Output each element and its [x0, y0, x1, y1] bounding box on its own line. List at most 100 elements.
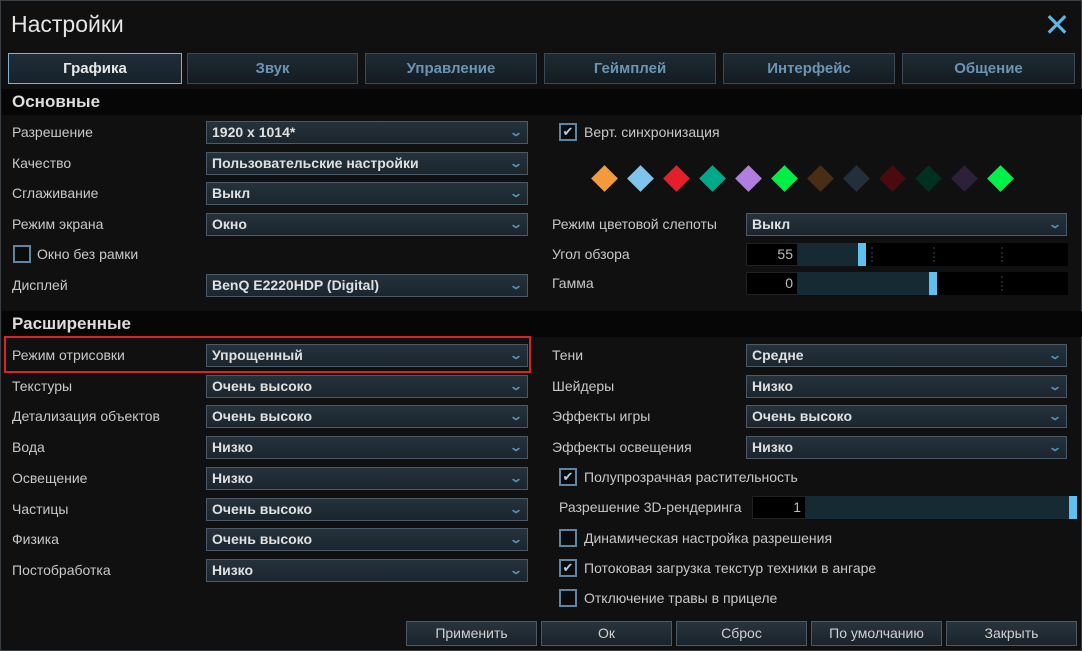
- vsync-label: Верт. синхронизация: [584, 124, 720, 140]
- render3d-slider[interactable]: [806, 496, 1077, 519]
- dynamic-res-label: Динамическая настройка разрешения: [584, 530, 833, 546]
- setting-label: Физика: [12, 531, 59, 547]
- quality-value: Пользовательские настройки: [212, 155, 419, 171]
- colorblind-dropdown[interactable]: Выкл ⌄: [746, 213, 1067, 236]
- streaming-checkbox[interactable]: ✔: [559, 559, 577, 577]
- setting-value: Очень высоко: [752, 408, 853, 424]
- color-swatch[interactable]: [627, 165, 654, 192]
- setting-dropdown[interactable]: Упрощенный ⌄: [206, 344, 528, 367]
- fov-label: Угол обзора: [552, 246, 630, 262]
- chevron-down-icon: ⌄: [508, 186, 524, 200]
- dynamic-res-checkbox[interactable]: [559, 529, 577, 547]
- setting-value: Очень высоко: [212, 408, 313, 424]
- setting-value: Низко: [212, 439, 254, 455]
- close-button[interactable]: Закрыть: [946, 621, 1077, 646]
- borderless-checkbox[interactable]: [13, 245, 31, 263]
- setting-dropdown[interactable]: Очень высоко ⌄: [206, 498, 528, 521]
- setting-label: Режим отрисовки: [12, 347, 125, 363]
- grass-checkbox[interactable]: [559, 589, 577, 607]
- slider-tick: [933, 247, 935, 262]
- slider-fill: [806, 496, 1069, 519]
- chevron-down-icon: ⌄: [508, 278, 524, 292]
- setting-dropdown[interactable]: Низко ⌄: [206, 559, 528, 582]
- close-icon[interactable]: ✕: [1041, 9, 1073, 41]
- color-swatch[interactable]: [951, 165, 978, 192]
- resolution-dropdown[interactable]: 1920 x 1014* ⌄: [206, 121, 528, 144]
- setting-dropdown[interactable]: Низко ⌄: [206, 467, 528, 490]
- setting-dropdown[interactable]: Очень высоко ⌄: [206, 375, 528, 398]
- setting-value: Очень высоко: [212, 531, 313, 547]
- setting-label: Детализация объектов: [12, 408, 160, 424]
- tab-interface[interactable]: Интерфейс: [723, 53, 895, 84]
- aa-label: Сглаживание: [12, 185, 99, 201]
- chevron-down-icon: ⌄: [1047, 409, 1063, 423]
- quality-label: Качество: [12, 155, 72, 171]
- tab-controls[interactable]: Управление: [365, 53, 537, 84]
- color-swatch[interactable]: [987, 165, 1014, 192]
- display-value: BenQ E2220HDP (Digital): [212, 277, 380, 293]
- setting-dropdown[interactable]: Низко ⌄: [746, 375, 1067, 398]
- tab-sound[interactable]: Звук: [187, 53, 358, 84]
- setting-dropdown[interactable]: Средне ⌄: [746, 344, 1067, 367]
- vsync-checkbox[interactable]: ✔: [559, 123, 577, 141]
- tab-gameplay[interactable]: Геймплей: [544, 53, 716, 84]
- chevron-down-icon: ⌄: [508, 471, 524, 485]
- gamma-value[interactable]: 0: [746, 272, 798, 295]
- borderless-label: Окно без рамки: [37, 246, 139, 262]
- settings-window: Настройки ✕ Графика Звук Управление Гейм…: [0, 0, 1082, 651]
- apply-button[interactable]: Применить: [406, 621, 537, 646]
- setting-label: Частицы: [12, 501, 69, 517]
- chevron-down-icon: ⌄: [508, 217, 524, 231]
- reset-button[interactable]: Сброс: [676, 621, 807, 646]
- default-button[interactable]: По умолчанию: [811, 621, 942, 646]
- chevron-down-icon: ⌄: [1047, 440, 1063, 454]
- color-swatch[interactable]: [591, 165, 618, 192]
- color-swatch[interactable]: [699, 165, 726, 192]
- screen-mode-label: Режим экрана: [12, 216, 104, 232]
- setting-dropdown[interactable]: Очень высоко ⌄: [746, 405, 1067, 428]
- colorblind-label: Режим цветовой слепоты: [552, 216, 717, 232]
- setting-value: Низко: [752, 378, 794, 394]
- render3d-value[interactable]: 1: [752, 496, 806, 519]
- chevron-down-icon: ⌄: [508, 563, 524, 577]
- slider-tick: [1000, 276, 1003, 291]
- slider-thumb[interactable]: [858, 243, 867, 266]
- setting-value: Низко: [212, 562, 254, 578]
- color-swatch[interactable]: [663, 165, 690, 192]
- tab-communication[interactable]: Общение: [902, 53, 1075, 84]
- color-swatch[interactable]: [771, 165, 798, 192]
- setting-dropdown[interactable]: Низко ⌄: [746, 436, 1067, 459]
- color-swatch[interactable]: [807, 165, 834, 192]
- aa-value: Выкл: [212, 185, 251, 201]
- streaming-label: Потоковая загрузка текстур техники в анг…: [584, 560, 877, 576]
- setting-label: Освещение: [12, 470, 88, 486]
- color-swatch[interactable]: [915, 165, 942, 192]
- aa-dropdown[interactable]: Выкл ⌄: [206, 182, 528, 205]
- fov-value[interactable]: 55: [746, 243, 798, 266]
- color-swatch[interactable]: [735, 165, 762, 192]
- gamma-slider[interactable]: [798, 272, 1068, 295]
- resolution-label: Разрешение: [12, 124, 93, 140]
- slider-fill: [798, 272, 929, 295]
- chevron-down-icon: ⌄: [508, 440, 524, 454]
- grass-label: Отключение травы в прицеле: [584, 590, 778, 606]
- screen-mode-value: Окно: [212, 216, 247, 232]
- resolution-value: 1920 x 1014*: [212, 124, 296, 140]
- slider-thumb[interactable]: [929, 272, 937, 295]
- chevron-down-icon: ⌄: [1047, 348, 1063, 362]
- setting-dropdown[interactable]: Очень высоко ⌄: [206, 528, 528, 551]
- translucent-checkbox[interactable]: ✔: [559, 468, 577, 486]
- setting-dropdown[interactable]: Низко ⌄: [206, 436, 528, 459]
- color-swatch[interactable]: [879, 165, 906, 192]
- setting-label: Эффекты освещения: [552, 439, 692, 455]
- fov-slider[interactable]: [798, 243, 1068, 266]
- tab-graphics[interactable]: Графика: [8, 53, 182, 84]
- screen-mode-dropdown[interactable]: Окно ⌄: [206, 213, 528, 236]
- setting-dropdown[interactable]: Очень высоко ⌄: [206, 405, 528, 428]
- display-dropdown[interactable]: BenQ E2220HDP (Digital) ⌄: [206, 274, 528, 297]
- slider-thumb[interactable]: [1069, 496, 1077, 519]
- quality-dropdown[interactable]: Пользовательские настройки ⌄: [206, 152, 528, 175]
- setting-value: Средне: [752, 347, 804, 363]
- color-swatch[interactable]: [843, 165, 870, 192]
- ok-button[interactable]: Ок: [541, 621, 672, 646]
